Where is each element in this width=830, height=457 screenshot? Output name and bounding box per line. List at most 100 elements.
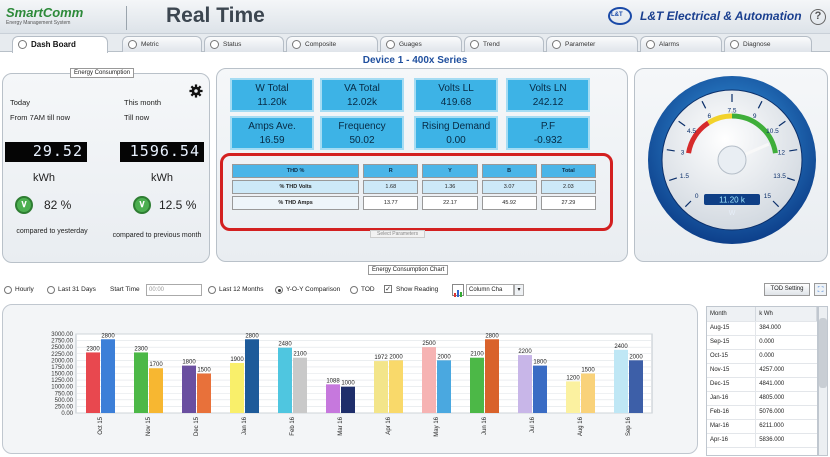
bar [518, 355, 532, 413]
hourly-radio[interactable] [4, 286, 12, 294]
gear-icon[interactable] [189, 84, 203, 98]
start-time-label: Start Time [110, 286, 140, 293]
bar [581, 373, 595, 413]
table-row[interactable]: Apr-16 5836.000 [707, 433, 817, 448]
tab-label: Dash Board [31, 40, 76, 49]
kwh-cell: 4257.000 [755, 363, 817, 378]
dashboard-icon [18, 40, 27, 49]
tab-guages[interactable]: Guages [380, 36, 462, 52]
y-tick-label: 2500.00 [51, 345, 73, 351]
header-divider [126, 6, 127, 30]
y-tick-label: 1000.00 [51, 385, 73, 391]
month-comparison: compared to previous month [112, 232, 202, 239]
x-tick-label: Sep 16 [626, 416, 632, 436]
chart-type-select[interactable]: Column Cha [466, 284, 514, 296]
metric-title: VA Total [344, 83, 380, 94]
bar [134, 352, 148, 413]
last31-radio[interactable] [47, 286, 55, 294]
table-row[interactable]: Mar-16 6211.000 [707, 419, 817, 434]
expand-icon[interactable]: ⛶ [814, 283, 827, 296]
tab-metric[interactable]: Metric [122, 36, 202, 52]
bar [326, 384, 340, 413]
metric-tile-frequency[interactable]: Frequency 50.02 [320, 116, 404, 150]
y-tick-label: 500.00 [55, 398, 74, 404]
last12-radio[interactable] [208, 286, 216, 294]
tab-status[interactable]: Status [204, 36, 284, 52]
trend-icon [470, 40, 479, 49]
monthly-kwh-table[interactable]: Month k Wh Aug-15 384.000 Sep-15 0.000 Oct-1… [706, 306, 818, 456]
month-cell: Oct-15 [707, 349, 757, 364]
metric-tile-volts-ll[interactable]: Volts LL 419.68 [414, 78, 498, 112]
table-row[interactable]: Jan-16 4805.000 [707, 391, 817, 406]
table-row[interactable]: Aug-15 384.000 [707, 321, 817, 336]
device-title: Device 1 - 400x Series [362, 55, 468, 66]
metric-tile-volts-ln[interactable]: Volts LN 242.12 [506, 78, 590, 112]
tab-alarms[interactable]: Alarms [640, 36, 722, 52]
table-row[interactable]: Feb-16 5076.000 [707, 405, 817, 420]
alarm-icon [646, 40, 655, 49]
scrollbar-thumb[interactable] [819, 318, 827, 388]
tod-setting-button[interactable]: TOD Setting [764, 283, 810, 296]
metric-tile-va-total[interactable]: VA Total 12.02k [320, 78, 404, 112]
tab-label: Alarms [659, 41, 680, 48]
metric-value: 242.12 [532, 97, 564, 108]
gauge-unit: W [729, 210, 736, 217]
tab-parameter[interactable]: Parameter [546, 36, 638, 52]
energy-panel-legend: Energy Consumption [70, 68, 135, 78]
x-tick-label: Feb 16 [290, 416, 296, 435]
bar [149, 368, 163, 413]
chart-type-icon [452, 284, 464, 297]
show-reading-checkbox[interactable]: ✓ [384, 285, 392, 293]
y-tick-label: 1250.00 [51, 378, 73, 384]
table-row[interactable]: Nov-15 4257.000 [707, 363, 817, 378]
metric-tile-amps-ave[interactable]: Amps Ave. 16.59 [230, 116, 314, 150]
thd-highlight-outline [220, 153, 613, 231]
kwh-cell: 5836.000 [755, 433, 817, 448]
down-arrow-icon: ∨ [133, 196, 151, 214]
yoy-label: Y-O-Y Comparison [286, 286, 341, 293]
metric-tile-pf[interactable]: P.F -0.932 [506, 116, 590, 150]
bar-value-label: 2500 [422, 341, 436, 347]
metric-tile-w-total[interactable]: W Total 11.20k [230, 78, 314, 112]
select-parameters-button[interactable]: Select Parameters [370, 230, 426, 238]
help-icon[interactable]: ? [810, 9, 826, 25]
logo-subtitle: Energy Management System [6, 20, 71, 26]
bar [197, 373, 211, 413]
bar-value-label: 2300 [134, 346, 148, 352]
x-tick-label: Aug 16 [578, 416, 584, 436]
bar [101, 339, 115, 413]
y-tick-label: 250.00 [55, 404, 74, 410]
yoy-radio[interactable] [275, 286, 283, 294]
tab-diagnose[interactable]: Diagnose [724, 36, 812, 52]
tod-radio[interactable] [350, 286, 358, 294]
tab-composite[interactable]: Composite [286, 36, 378, 52]
month-cell: Aug-15 [707, 321, 757, 336]
table-row[interactable]: Sep-15 0.000 [707, 335, 817, 350]
table-header-row: Month k Wh [707, 307, 817, 322]
power-gauge: 0 1.5 3 4.5 6 7.5 9 10.5 12 13.5 15 11.20 k W [648, 76, 816, 244]
show-reading-label: Show Reading [396, 286, 439, 293]
bar-value-label: 2100 [293, 352, 307, 358]
chevron-down-icon[interactable]: ▾ [514, 284, 524, 296]
gauge-tick-label: 6 [707, 113, 711, 120]
month-cell: Mar-16 [707, 419, 757, 434]
table-row[interactable]: Oct-15 0.000 [707, 349, 817, 364]
start-time-select[interactable]: 00:00 [146, 284, 202, 296]
bar [86, 352, 100, 413]
month-sublabel: Till now [124, 113, 150, 122]
table-row[interactable]: Dec-15 4841.000 [707, 377, 817, 392]
x-tick-label: Nov 15 [146, 416, 152, 436]
bar-value-label: 2480 [278, 342, 292, 348]
bar [389, 360, 403, 413]
last12-label: Last 12 Months [219, 286, 264, 293]
today-comparison: compared to yesterday [16, 228, 88, 235]
metric-title: Volts LL [438, 83, 474, 94]
y-tick-label: 2750.00 [51, 339, 73, 345]
tab-dashboard[interactable]: Dash Board [12, 36, 108, 53]
tab-trend[interactable]: Trend [464, 36, 544, 52]
metric-title: Volts LN [529, 83, 567, 94]
bar-value-label: 1000 [341, 381, 355, 387]
bar-value-label: 1900 [230, 357, 244, 363]
metric-tile-rising-demand[interactable]: Rising Demand 0.00 [414, 116, 498, 150]
metric-title: W Total [255, 83, 289, 94]
